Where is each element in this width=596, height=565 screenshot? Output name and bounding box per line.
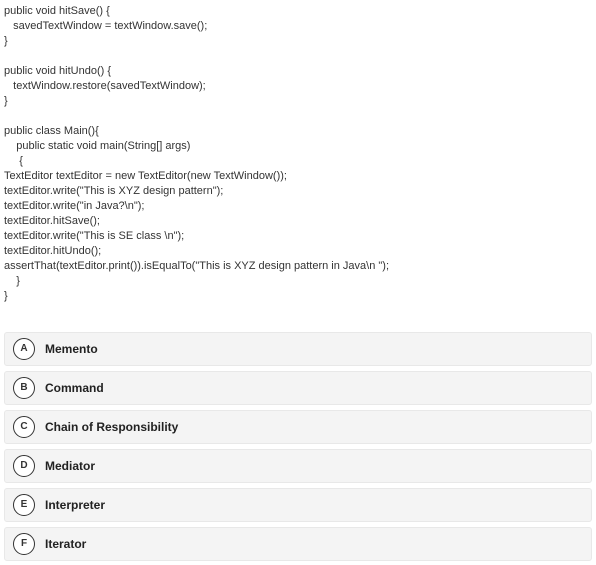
- answer-letter-circle: B: [13, 377, 35, 399]
- answer-letter-circle: A: [13, 338, 35, 360]
- answer-letter-circle: F: [13, 533, 35, 555]
- answer-option-a[interactable]: A Memento: [4, 332, 592, 366]
- answer-option-f[interactable]: F Iterator: [4, 527, 592, 561]
- answer-label: Iterator: [45, 536, 86, 553]
- answer-label: Memento: [45, 341, 98, 358]
- answer-letter-circle: D: [13, 455, 35, 477]
- answer-label: Interpreter: [45, 497, 105, 514]
- answer-option-e[interactable]: E Interpreter: [4, 488, 592, 522]
- answer-option-d[interactable]: D Mediator: [4, 449, 592, 483]
- answer-label: Chain of Responsibility: [45, 419, 178, 436]
- answer-label: Command: [45, 380, 104, 397]
- answer-option-b[interactable]: B Command: [4, 371, 592, 405]
- answers-list: A Memento B Command C Chain of Responsib…: [4, 332, 592, 561]
- answer-option-c[interactable]: C Chain of Responsibility: [4, 410, 592, 444]
- answer-letter-circle: C: [13, 416, 35, 438]
- code-snippet: public void hitSave() { savedTextWindow …: [4, 4, 592, 304]
- answer-letter-circle: E: [13, 494, 35, 516]
- answer-label: Mediator: [45, 458, 95, 475]
